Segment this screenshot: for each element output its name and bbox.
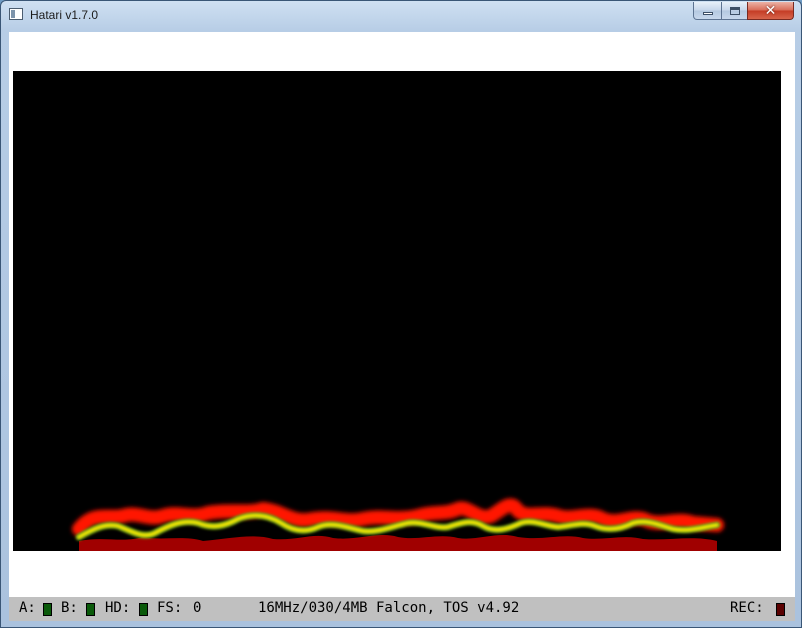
close-icon: ✕ [764, 2, 777, 19]
hd-led [139, 603, 148, 616]
emulator-client-area[interactable]: A: B: HD: FS: 0 16MHz/030/4MB Falcon, TO… [9, 32, 795, 621]
fs-value: 0 [193, 600, 202, 616]
title-bar[interactable]: Hatari v1.7.0 ✕ [1, 1, 801, 31]
drive-a-label: A: [19, 600, 36, 616]
window-title: Hatari v1.7.0 [30, 8, 99, 22]
app-icon[interactable] [9, 8, 23, 20]
maximize-icon [729, 6, 740, 15]
fs-label: FS: [157, 600, 183, 616]
drive-b-label: B: [61, 600, 78, 616]
hd-label: HD: [105, 600, 131, 616]
app-window: Hatari v1.7.0 ✕ A: B: HD: FS: 0 16MHz/03… [0, 0, 802, 628]
rec-label: REC: [730, 600, 764, 616]
drive-a-led [43, 603, 52, 616]
machine-info: 16MHz/030/4MB Falcon, TOS v4.92 [258, 600, 520, 616]
minimize-icon [702, 12, 713, 15]
status-bar: A: B: HD: FS: 0 16MHz/030/4MB Falcon, TO… [9, 597, 795, 621]
flame-base [79, 535, 717, 551]
rec-led [776, 603, 785, 616]
maximize-button[interactable] [721, 2, 748, 20]
minimize-button[interactable] [693, 2, 722, 20]
close-button[interactable]: ✕ [747, 2, 794, 20]
emulator-screen[interactable] [13, 71, 781, 551]
drive-b-led [86, 603, 95, 616]
flame-effect [72, 498, 724, 551]
